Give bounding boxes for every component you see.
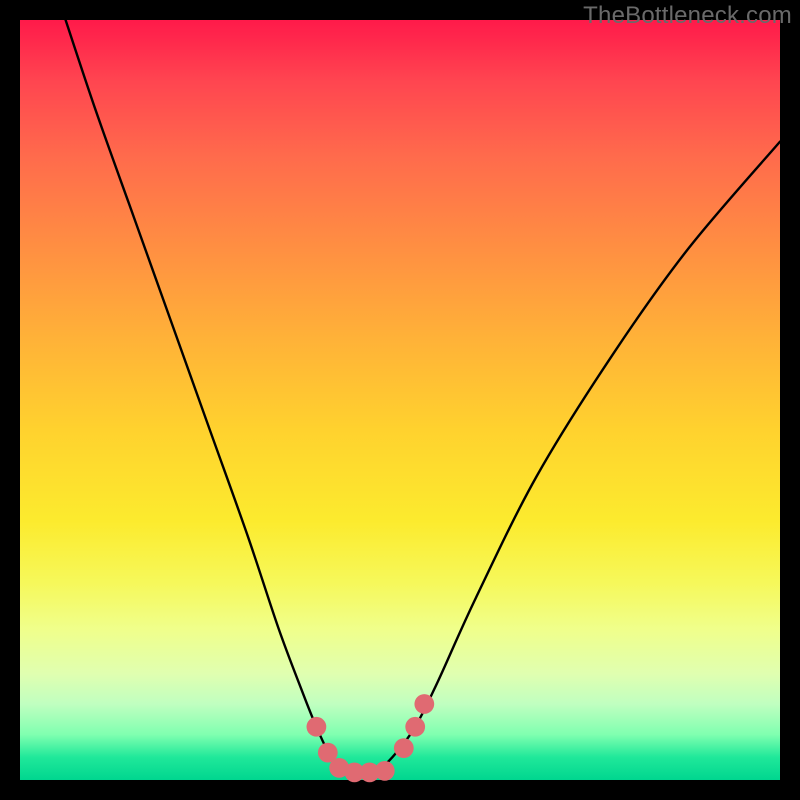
curve-dot: [405, 717, 425, 737]
chart-frame: TheBottleneck.com: [0, 0, 800, 800]
curve-dot: [414, 694, 434, 714]
chart-overlay: [20, 20, 780, 780]
curve-dot: [307, 717, 327, 737]
watermark-text: TheBottleneck.com: [583, 2, 792, 30]
bottleneck-curve: [66, 20, 780, 774]
curve-dot: [394, 738, 414, 758]
curve-dot: [375, 761, 395, 781]
curve-dots: [307, 694, 435, 782]
